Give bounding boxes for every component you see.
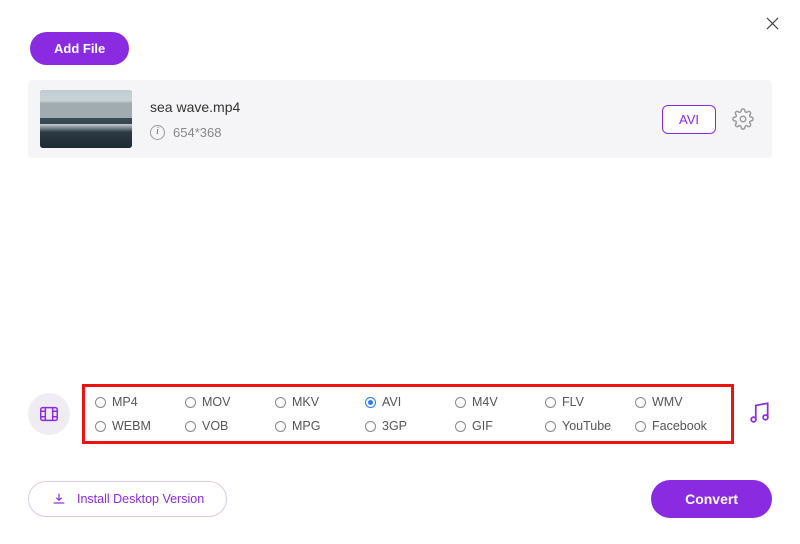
format-option-avi[interactable]: AVI (365, 395, 451, 409)
video-category-icon[interactable] (28, 393, 70, 435)
format-region: MP4 MOV MKV AVI M4V FLV WMV WEBM VOB MPG 3GP GIF You… (28, 384, 772, 444)
format-option-webm[interactable]: WEBM (95, 419, 181, 433)
output-format-button[interactable]: AVI (662, 105, 716, 134)
convert-button[interactable]: Convert (651, 480, 772, 518)
format-option-label: FLV (562, 395, 584, 409)
install-desktop-label: Install Desktop Version (77, 492, 204, 506)
radio-icon (185, 421, 196, 432)
radio-icon (95, 397, 106, 408)
file-dimensions: 654*368 (173, 125, 221, 140)
format-option-label: Facebook (652, 419, 707, 433)
format-option-mpg[interactable]: MPG (275, 419, 361, 433)
format-option-label: 3GP (382, 419, 407, 433)
format-option-mov[interactable]: MOV (185, 395, 271, 409)
radio-icon (275, 397, 286, 408)
format-option-label: AVI (382, 395, 401, 409)
format-option-label: GIF (472, 419, 493, 433)
format-option-label: M4V (472, 395, 498, 409)
install-desktop-button[interactable]: Install Desktop Version (28, 481, 227, 517)
format-option-yt[interactable]: YouTube (545, 419, 631, 433)
info-icon[interactable]: i (150, 125, 165, 140)
add-file-button[interactable]: Add File (30, 32, 129, 65)
format-option-label: WMV (652, 395, 683, 409)
format-option-wmv[interactable]: WMV (635, 395, 721, 409)
close-icon[interactable] (763, 14, 782, 33)
radio-icon (365, 421, 376, 432)
download-icon (51, 491, 67, 507)
footer: Install Desktop Version Convert (28, 480, 772, 518)
format-option-gif[interactable]: GIF (455, 419, 541, 433)
format-option-fb[interactable]: Facebook (635, 419, 721, 433)
radio-icon (455, 397, 466, 408)
format-option-label: MKV (292, 395, 319, 409)
radio-icon (95, 421, 106, 432)
radio-icon (545, 421, 556, 432)
radio-icon (365, 397, 376, 408)
radio-icon (635, 421, 646, 432)
format-option-mkv[interactable]: MKV (275, 395, 361, 409)
format-option-label: MP4 (112, 395, 138, 409)
format-option-label: MPG (292, 419, 320, 433)
format-option-3gp[interactable]: 3GP (365, 419, 451, 433)
file-thumbnail[interactable] (40, 90, 132, 148)
gear-icon[interactable] (732, 108, 754, 130)
radio-icon (545, 397, 556, 408)
audio-category-icon[interactable] (746, 400, 772, 429)
radio-icon (455, 421, 466, 432)
file-info: sea wave.mp4 i 654*368 (150, 99, 662, 140)
file-name: sea wave.mp4 (150, 99, 662, 115)
format-option-label: VOB (202, 419, 228, 433)
format-option-mp4[interactable]: MP4 (95, 395, 181, 409)
radio-icon (635, 397, 646, 408)
radio-icon (185, 397, 196, 408)
format-option-label: YouTube (562, 419, 611, 433)
file-card: sea wave.mp4 i 654*368 AVI (28, 80, 772, 158)
format-option-label: WEBM (112, 419, 151, 433)
format-option-flv[interactable]: FLV (545, 395, 631, 409)
format-option-label: MOV (202, 395, 230, 409)
radio-icon (275, 421, 286, 432)
format-option-m4v[interactable]: M4V (455, 395, 541, 409)
format-option-vob[interactable]: VOB (185, 419, 271, 433)
format-options-box: MP4 MOV MKV AVI M4V FLV WMV WEBM VOB MPG 3GP GIF You… (82, 384, 734, 444)
